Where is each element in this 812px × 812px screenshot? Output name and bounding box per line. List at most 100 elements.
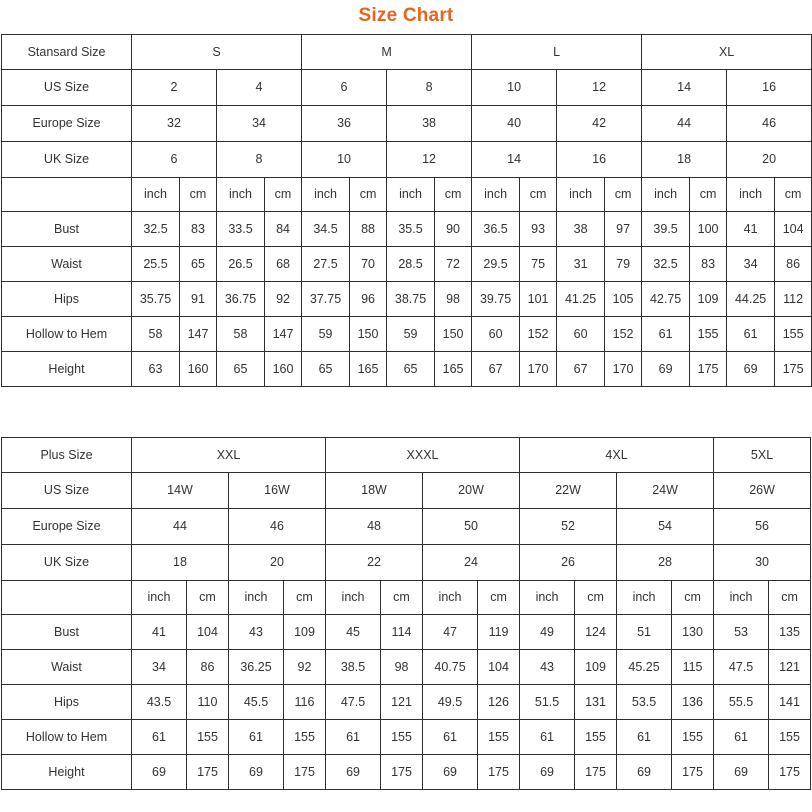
- unit-cell-cm: cm: [604, 176, 643, 212]
- measurement-cell: 175: [477, 753, 521, 790]
- measurement-cell: 155: [186, 718, 229, 755]
- measurement-cell: 42.75: [641, 280, 691, 317]
- size-value-cell: 20: [227, 543, 327, 581]
- unit-cell-cm: cm: [671, 579, 715, 615]
- corner-label-cell: Plus Size: [1, 436, 132, 473]
- measurement-cell: 41: [726, 210, 776, 247]
- size-value-cell: 32: [131, 104, 217, 142]
- size-value-cell: 16W: [227, 471, 327, 509]
- table-row: Waist 25.5 65 26.5 68 27.5 70 28.5 72 29.5 75 31 79 3…: [1, 245, 812, 282]
- measurement-cell: 92: [263, 280, 303, 317]
- measurement-cell: 116: [282, 683, 327, 720]
- size-charts-container: Stansard Size S M L XL US Size 2 4 6 8 10 12 14 16 Eur…: [0, 33, 812, 790]
- row-label: Hips: [1, 683, 132, 720]
- measurement-cell: 36.75: [216, 280, 265, 317]
- measurement-cell: 37.75: [301, 280, 351, 317]
- size-value-cell: 54: [616, 507, 715, 545]
- measurement-cell: 69: [713, 753, 770, 790]
- size-value-cell: 50: [422, 507, 521, 545]
- unit-header-row: inch cm inch cm inch cm inch cm inch cm inch cm inch…: [1, 176, 812, 212]
- measurement-cell: 41: [131, 613, 187, 650]
- measurement-cell: 175: [671, 753, 715, 790]
- size-group-l: L: [471, 33, 643, 70]
- measurement-cell: 51: [616, 613, 673, 650]
- size-value-cell: 2: [131, 68, 217, 106]
- measurement-cell: 26.5: [216, 245, 265, 282]
- measurement-cell: 155: [774, 315, 812, 352]
- measurement-cell: 175: [574, 753, 618, 790]
- table-row: UK Size 6 8 10 12 14 16 18 20: [1, 140, 812, 178]
- measurement-cell: 41.25: [556, 280, 606, 317]
- measurement-cell: 63: [131, 350, 180, 387]
- measurement-cell: 53.5: [616, 683, 673, 720]
- table-row: Height 69 175 69 175 69 175 69 175 69 175 69 175 69 17…: [1, 753, 812, 790]
- measurement-cell: 83: [689, 245, 728, 282]
- unit-cell-cm: cm: [434, 176, 473, 212]
- unit-cell-cm: cm: [477, 579, 521, 615]
- measurement-cell: 45.5: [228, 683, 284, 720]
- measurement-cell: 110: [186, 683, 229, 720]
- measurement-cell: 119: [477, 613, 521, 650]
- measurement-cell: 43.5: [131, 683, 187, 720]
- measurement-cell: 33.5: [216, 210, 265, 247]
- measurement-cell: 155: [689, 315, 728, 352]
- row-label: UK Size: [1, 140, 132, 178]
- size-value-cell: 12: [556, 68, 643, 106]
- measurement-cell: 58: [131, 315, 180, 352]
- measurement-cell: 155: [380, 718, 424, 755]
- size-value-cell: 16: [556, 140, 643, 178]
- unit-cell-cm: cm: [380, 579, 424, 615]
- measurement-cell: 39.75: [471, 280, 521, 317]
- row-label: Europe Size: [1, 104, 132, 142]
- size-value-cell: 14W: [131, 471, 229, 509]
- measurement-cell: 47: [422, 613, 479, 650]
- table-row: US Size 2 4 6 8 10 12 14 16: [1, 68, 812, 106]
- measurement-cell: 109: [689, 280, 728, 317]
- table-row: Europe Size 32 34 36 38 40 42 44 46: [1, 104, 812, 142]
- size-value-cell: 24: [422, 543, 521, 581]
- measurement-cell: 136: [671, 683, 715, 720]
- size-value-cell: 10: [471, 68, 558, 106]
- unit-cell-inch: inch: [386, 176, 436, 212]
- size-value-cell: 14: [641, 68, 728, 106]
- measurement-cell: 34: [131, 648, 187, 685]
- measurement-cell: 72: [434, 245, 473, 282]
- table-spacer: [0, 387, 812, 437]
- measurement-cell: 43: [228, 613, 284, 650]
- measurement-cell: 75: [519, 245, 558, 282]
- size-value-cell: 18: [641, 140, 728, 178]
- group-header-row: Stansard Size S M L XL: [1, 33, 812, 70]
- group-header-row: Plus Size XXL XXXL 4XL 5XL: [1, 436, 812, 473]
- unit-cell-inch: inch: [216, 176, 265, 212]
- measurement-cell: 121: [768, 648, 812, 685]
- measurement-cell: 114: [380, 613, 424, 650]
- unit-cell-cm: cm: [768, 579, 812, 615]
- measurement-cell: 104: [774, 210, 812, 247]
- measurement-cell: 61: [228, 718, 284, 755]
- measurement-cell: 59: [301, 315, 351, 352]
- measurement-cell: 69: [616, 753, 673, 790]
- plus-size-table: Plus Size XXL XXXL 4XL 5XL US Size 14W 16W 18W 20…: [1, 436, 812, 790]
- measurement-cell: 155: [282, 718, 327, 755]
- unit-cell-inch: inch: [556, 176, 606, 212]
- measurement-cell: 165: [349, 350, 388, 387]
- measurement-cell: 147: [179, 315, 217, 352]
- size-value-cell: 26: [519, 543, 618, 581]
- measurement-cell: 86: [774, 245, 812, 282]
- size-value-cell: 10: [301, 140, 388, 178]
- measurement-cell: 61: [641, 315, 691, 352]
- measurement-cell: 170: [519, 350, 558, 387]
- row-label: Bust: [1, 210, 132, 247]
- measurement-cell: 61: [325, 718, 382, 755]
- measurement-cell: 45: [325, 613, 382, 650]
- size-value-cell: 18: [131, 543, 229, 581]
- size-value-cell: 18W: [325, 471, 424, 509]
- unit-cell-cm: cm: [186, 579, 229, 615]
- measurement-cell: 104: [186, 613, 229, 650]
- measurement-cell: 61: [726, 315, 776, 352]
- size-group-5xl: 5XL: [713, 436, 812, 473]
- measurement-cell: 91: [179, 280, 217, 317]
- measurement-cell: 124: [574, 613, 618, 650]
- table-row: US Size 14W 16W 18W 20W 22W 24W 26W: [1, 471, 812, 509]
- measurement-cell: 135: [768, 613, 812, 650]
